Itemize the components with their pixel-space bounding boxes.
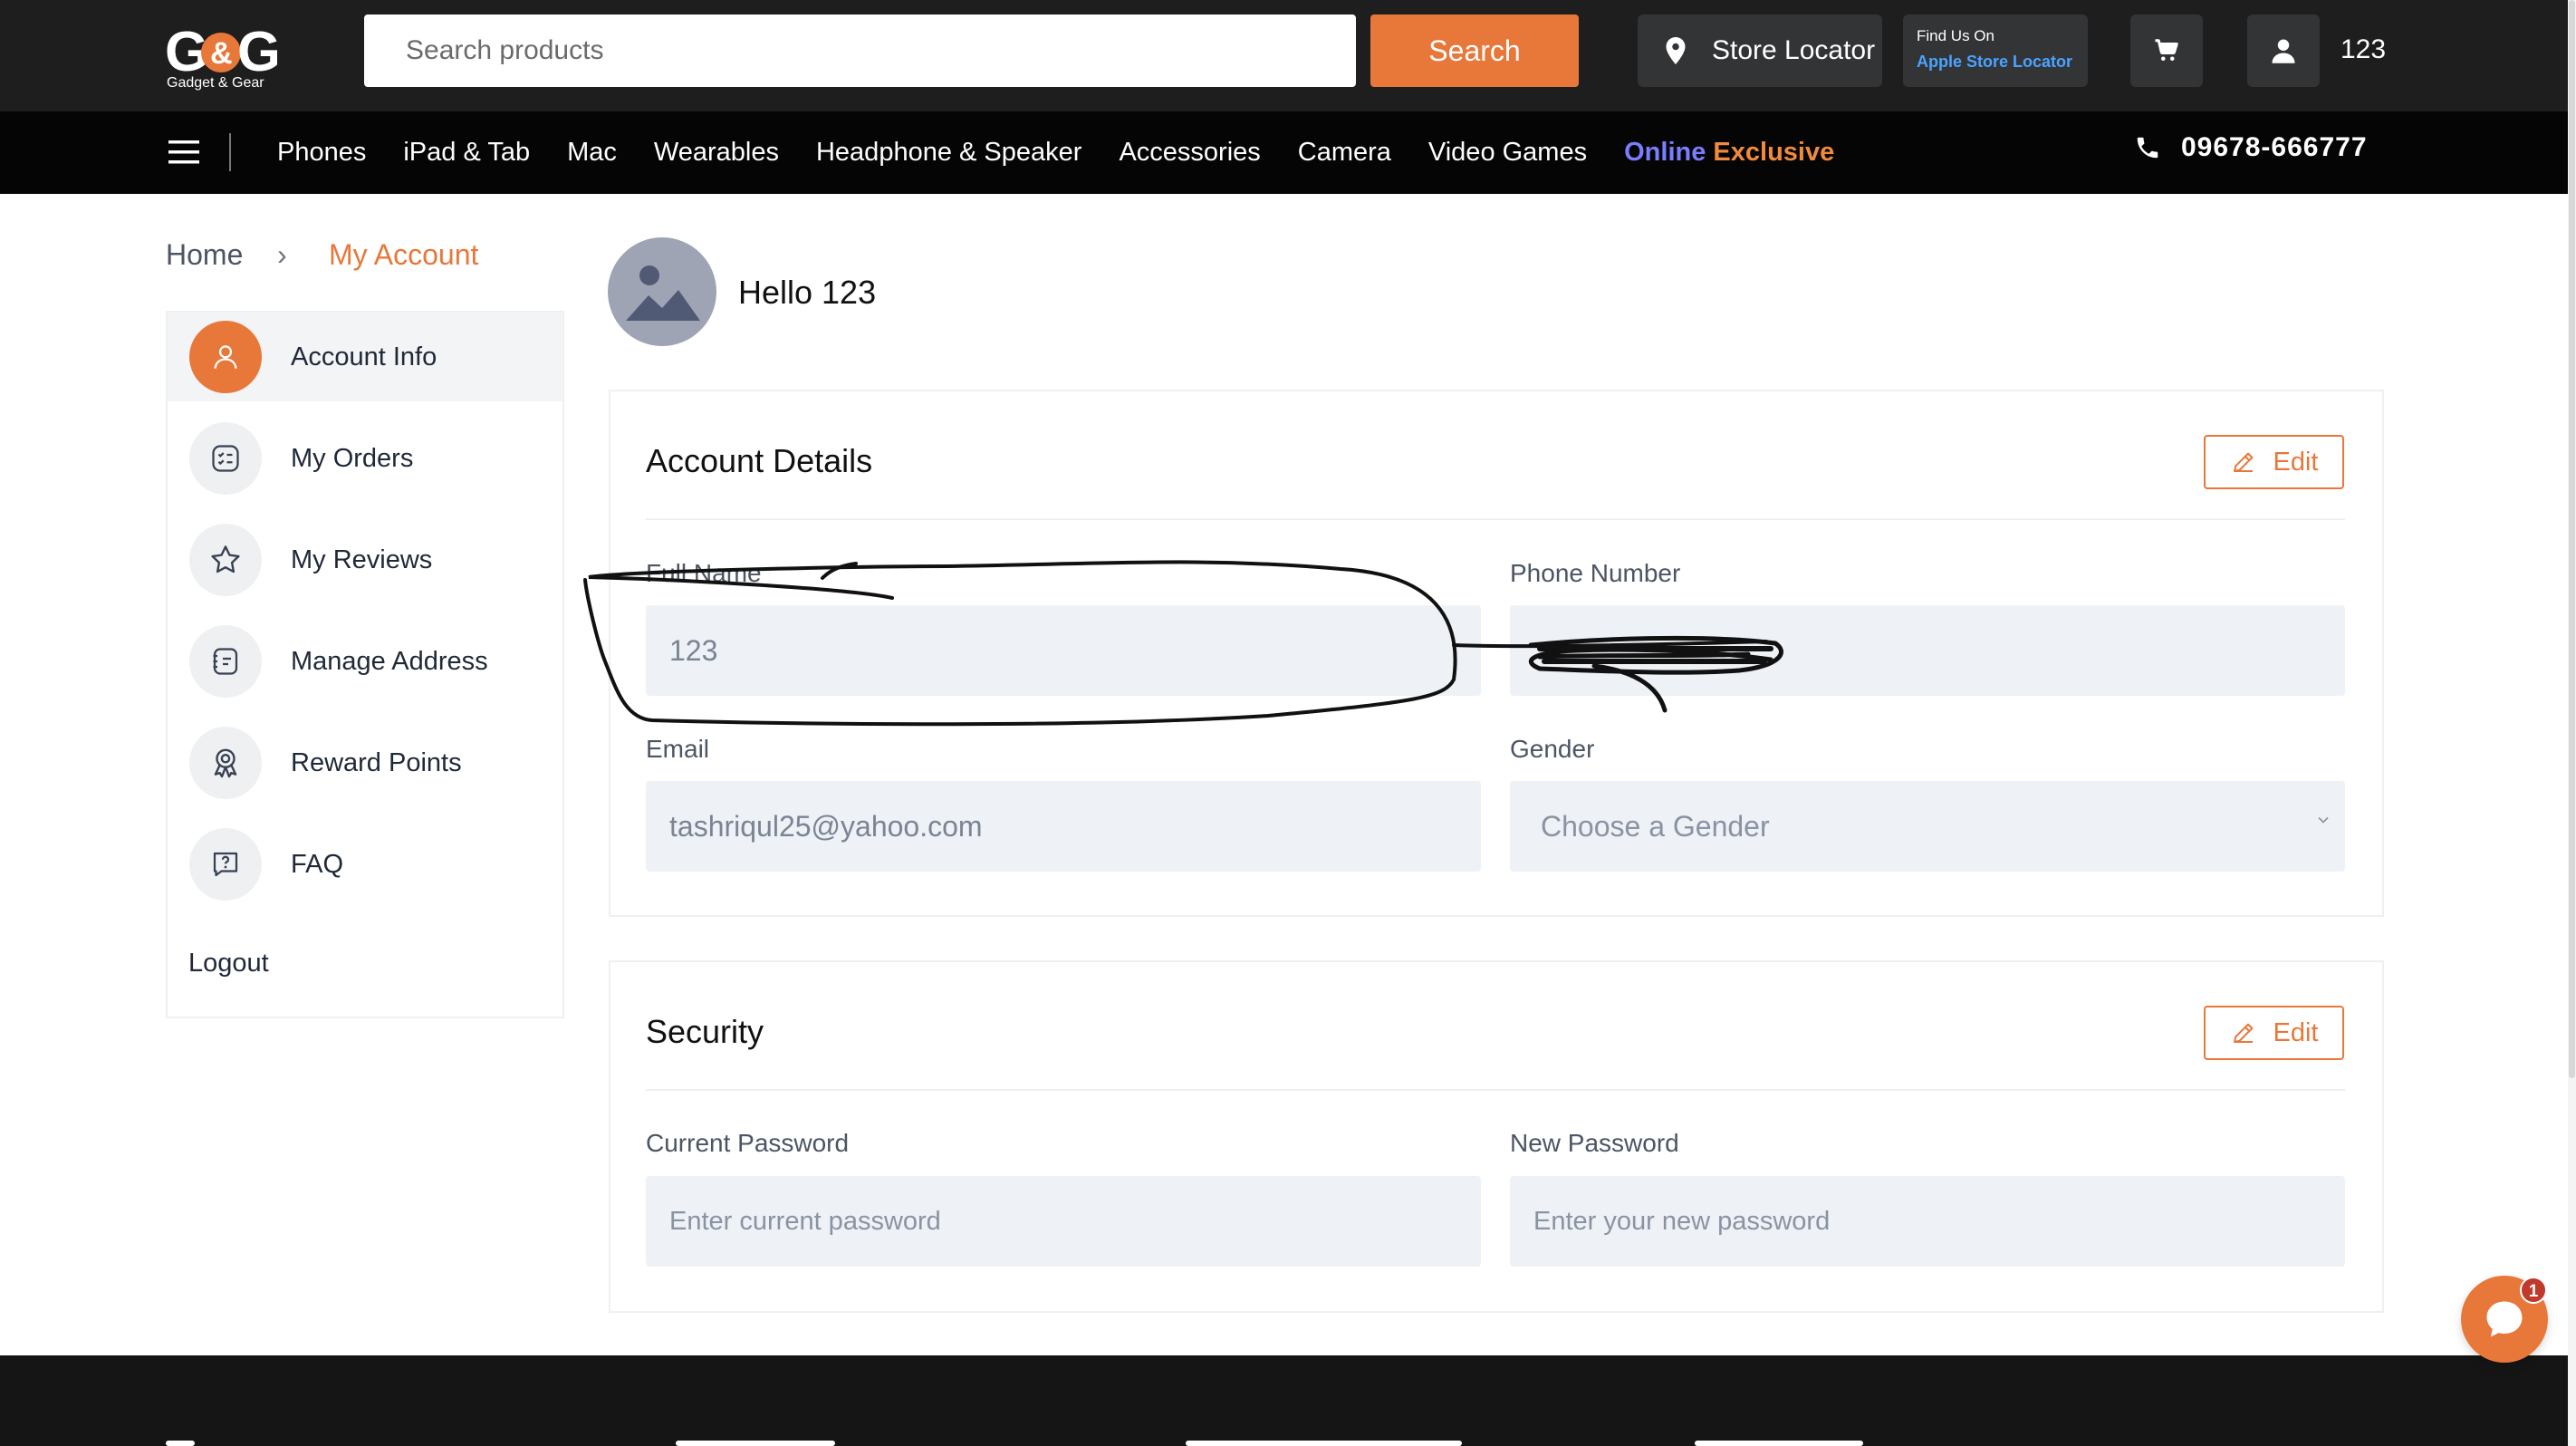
gender-label: Gender (1510, 735, 1595, 763)
apple-store-locator-button[interactable]: Find Us On Apple Store Locator (1903, 14, 2088, 87)
new-password-label: New Password (1510, 1129, 1679, 1157)
nav-item-mac[interactable]: Mac (567, 138, 617, 168)
nav-item-ipad-tab[interactable]: iPad & Tab (403, 138, 530, 168)
chevron-down-icon (2318, 816, 2329, 824)
nav-item-video-games[interactable]: Video Games (1428, 138, 1587, 168)
breadcrumb-home[interactable]: Home (166, 238, 243, 272)
phone-number-field[interactable] (1510, 605, 2345, 696)
security-title: Security (646, 1013, 764, 1050)
nav-item-camera[interactable]: Camera (1298, 138, 1391, 168)
breadcrumb-separator-icon: › (277, 238, 287, 271)
brand-logo[interactable]: G & G Gadget & Gear (165, 18, 281, 91)
account-details-title: Account Details (646, 442, 873, 479)
sidebar-item-faq[interactable]: FAQ (168, 820, 562, 909)
nav-item-phones[interactable]: Phones (277, 138, 366, 168)
cart-button[interactable] (2130, 14, 2203, 87)
phone-number-label: Phone Number (1510, 559, 1681, 587)
location-pin-icon (1666, 37, 1686, 64)
divider (646, 1089, 2345, 1091)
logout-link[interactable]: Logout (188, 949, 269, 978)
scrollbar-thumb[interactable] (2569, 0, 2575, 1078)
chat-bubble-icon (2486, 1301, 2523, 1337)
footer-heading-fragment (676, 1432, 839, 1446)
user-account-button[interactable] (2247, 14, 2320, 87)
nav-item-headphone-speaker[interactable]: Headphone & Speaker (816, 138, 1081, 168)
breadcrumb-current: My Account (329, 238, 479, 271)
current-password-label: Current Password (646, 1129, 850, 1157)
nav-item-accessories[interactable]: Accessories (1119, 138, 1260, 168)
sidebar-item-reward-points[interactable]: Reward Points (168, 718, 562, 807)
header-user-name[interactable]: 123 (2341, 34, 2386, 65)
sidebar-item-label: Reward Points (291, 747, 462, 777)
footer-heading-fragment (166, 1432, 202, 1446)
svg-text:&: & (210, 36, 233, 71)
gender-select-value: Choose a Gender (1541, 809, 1770, 843)
account-sidebar: Account Info My Orders My Reviews Manage… (166, 311, 564, 1018)
sidebar-item-label: Account Info (291, 342, 437, 371)
star-icon (189, 524, 262, 596)
orders-list-icon (189, 422, 262, 495)
hotline-number: 09678-666777 (2181, 132, 2368, 162)
full-name-label: Full Name (646, 559, 762, 587)
phone-icon (2137, 137, 2158, 159)
sidebar-item-manage-address[interactable]: Manage Address (168, 617, 562, 706)
search-button[interactable]: Search (1370, 14, 1579, 87)
current-password-input[interactable] (646, 1176, 1481, 1267)
nav-item-online-exclusive[interactable]: Online Exclusive (1624, 138, 1834, 168)
logo-subtitle: Gadget & Gear (167, 75, 264, 91)
online-word: Online (1624, 138, 1706, 167)
user-icon (2272, 39, 2295, 63)
email-field[interactable]: tashriqul25@yahoo.com (646, 781, 1481, 872)
nav-divider (229, 133, 231, 171)
divider (646, 518, 2345, 520)
address-book-icon (189, 625, 262, 698)
sidebar-item-my-orders[interactable]: My Orders (168, 414, 562, 503)
svg-text:G: G (237, 21, 277, 83)
question-bubble-icon (189, 828, 262, 901)
sidebar-item-account-info[interactable]: Account Info (168, 313, 562, 401)
apple-locator-line2: Apple Store Locator (1917, 53, 2073, 71)
sidebar-item-label: FAQ (291, 849, 344, 879)
chat-notification-badge: 1 (2520, 1277, 2547, 1304)
email-label: Email (646, 735, 710, 763)
image-placeholder-icon (626, 265, 700, 321)
pencil-icon (2233, 1023, 2253, 1043)
account-details-edit-button[interactable]: Edit (2204, 435, 2344, 489)
sidebar-item-my-reviews[interactable]: My Reviews (168, 516, 562, 604)
footer-heading-fragment (1695, 1432, 1867, 1446)
category-nav-list: Phones iPad & Tab Mac Wearables Headphon… (277, 111, 1871, 194)
pencil-icon (2233, 452, 2253, 472)
footer-heading-fragment (1186, 1432, 1466, 1446)
gender-select[interactable]: Choose a Gender (1510, 781, 2345, 872)
cart-icon (2155, 39, 2178, 61)
store-locator-button[interactable]: Store Locator (1638, 14, 1882, 87)
user-icon (189, 321, 262, 393)
apple-locator-line1: Find Us On (1917, 27, 1994, 44)
avatar[interactable] (608, 237, 716, 346)
award-icon (189, 727, 262, 799)
hotline-phone[interactable]: 09678-666777 (2134, 132, 2368, 163)
exclusive-word: Exclusive (1713, 138, 1835, 167)
new-password-input[interactable] (1510, 1176, 2345, 1267)
menu-icon[interactable] (168, 139, 199, 166)
store-locator-label: Store Locator (1712, 35, 1876, 65)
security-edit-button[interactable]: Edit (2204, 1006, 2344, 1060)
nav-item-wearables[interactable]: Wearables (654, 138, 779, 168)
search-input[interactable] (364, 14, 1356, 87)
greeting: Hello 123 (738, 274, 877, 311)
sidebar-item-label: Manage Address (291, 646, 488, 676)
sidebar-item-label: My Reviews (291, 545, 433, 574)
sidebar-item-label: My Orders (291, 443, 414, 473)
full-name-field[interactable]: 123 (646, 605, 1481, 696)
edit-label: Edit (2273, 447, 2319, 477)
edit-label: Edit (2273, 1017, 2319, 1047)
